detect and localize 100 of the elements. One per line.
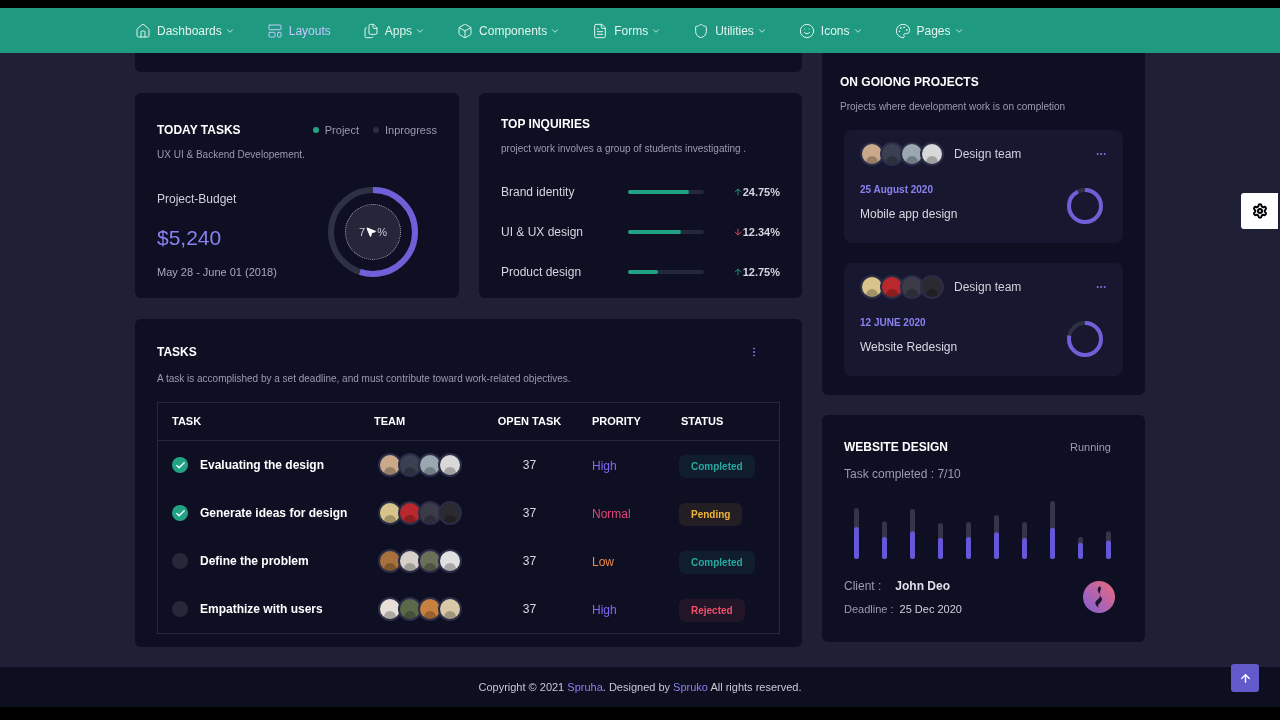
smiley-icon	[798, 22, 815, 39]
avatar	[900, 142, 924, 166]
open-task-count: 37	[521, 553, 538, 570]
column-header: TASK	[171, 414, 203, 430]
arrow-up-icon	[732, 187, 743, 197]
open-task-count: 37	[521, 601, 538, 618]
priority-label: Normal	[592, 507, 631, 521]
nav-item[interactable]: Icons	[798, 21, 863, 40]
avatar	[398, 597, 422, 621]
card-title: TODAY TASKS	[157, 122, 241, 139]
task-checkbox[interactable]	[172, 505, 188, 521]
inquiry-value: 12.75%	[742, 264, 780, 280]
team-label: Design team	[954, 146, 1022, 163]
inquiry-label: UI & UX design	[501, 224, 585, 241]
progress-ring	[1067, 321, 1103, 357]
settings-icon	[1251, 203, 1268, 219]
nav-item[interactable]: Layouts	[266, 21, 331, 40]
back-to-top-button[interactable]	[1231, 664, 1259, 692]
status-badge: Pending	[679, 502, 743, 526]
nav-item[interactable]: Apps	[362, 21, 426, 40]
avatar	[378, 453, 402, 477]
avatar	[438, 549, 462, 573]
priority-label: Low	[592, 555, 614, 569]
card-subtitle: UX UI & Backend Developement.	[157, 148, 306, 162]
avatar	[860, 142, 884, 166]
inquiry-value: 12.34%	[742, 224, 780, 240]
document-icon	[592, 22, 609, 39]
avatar	[920, 142, 944, 166]
copyright-text: Copyright © 2021 Spruha. Designed by Spruko All rights reserved.	[478, 679, 802, 695]
priority-label: High	[592, 459, 617, 473]
legend-label: Project	[324, 122, 359, 138]
progress-ring	[1067, 188, 1103, 224]
home-icon	[135, 22, 151, 39]
avatar	[418, 453, 442, 477]
priority-label: High	[592, 603, 617, 617]
avatar	[438, 597, 462, 621]
column-header: OPEN TASK	[496, 414, 563, 430]
nav-item[interactable]: Components	[457, 21, 561, 40]
status-badge: Completed	[679, 454, 755, 478]
avatar	[398, 549, 422, 573]
task-progress-text: Task completed : 7/10	[844, 466, 962, 483]
bar	[966, 521, 971, 559]
nav-item[interactable]: Forms	[592, 21, 662, 40]
status-badge: Rejected	[679, 598, 745, 622]
author-link[interactable]: Spruko	[673, 680, 708, 693]
avatar	[920, 275, 944, 299]
task-name: Evaluating the design	[200, 457, 325, 474]
shield-icon	[693, 22, 710, 39]
cube-icon	[457, 22, 474, 39]
bar	[882, 521, 887, 559]
avatar	[418, 549, 442, 573]
budget-period: May 28 - June 01 (2018)	[157, 264, 277, 280]
avatar	[880, 142, 904, 166]
open-task-count: 37	[521, 457, 538, 474]
nav-item[interactable]: Utilities	[693, 21, 767, 40]
bar	[910, 509, 915, 559]
flame-logo-icon	[1083, 581, 1115, 614]
donut-value: 7	[359, 224, 366, 240]
client-name: John Deo	[895, 578, 951, 595]
avatar	[398, 501, 422, 525]
card-title: WEBSITE DESIGN	[844, 439, 948, 456]
avatar	[378, 549, 402, 573]
avatar	[398, 453, 422, 477]
bar	[854, 507, 859, 559]
nav-item[interactable]: Dashboards	[135, 21, 235, 40]
avatar	[438, 501, 462, 525]
settings-button[interactable]	[1241, 193, 1278, 229]
project-date: 25 August 2020	[860, 183, 934, 197]
task-name: Empathize with users	[200, 601, 323, 618]
nav-item[interactable]: Pages	[894, 21, 964, 40]
column-header: STATUS	[680, 414, 725, 430]
task-checkbox[interactable]	[172, 553, 188, 569]
avatar	[438, 453, 462, 477]
bar	[938, 523, 943, 559]
column-header: TEAM	[373, 414, 407, 430]
client-label: Client :	[844, 578, 882, 595]
task-checkbox[interactable]	[172, 457, 188, 473]
bar	[994, 514, 999, 559]
files-icon	[362, 22, 379, 39]
inquiry-label: Brand identity	[501, 184, 576, 201]
palette-icon	[894, 22, 911, 39]
brand-link[interactable]: Spruha	[567, 680, 603, 693]
inquiry-value: 24.75%	[742, 184, 780, 200]
arrow-down-icon	[732, 227, 743, 237]
task-name: Generate ideas for design	[200, 505, 348, 522]
avatar	[378, 501, 402, 525]
avatar	[880, 275, 904, 299]
layout-icon	[266, 22, 283, 39]
arrow-up-icon	[732, 267, 743, 277]
task-checkbox[interactable]	[172, 601, 188, 617]
card-title: TASKS	[157, 344, 197, 361]
arrow-up-icon	[1238, 671, 1252, 685]
status-badge: Completed	[679, 550, 755, 574]
team-label: Design team	[954, 279, 1022, 296]
check-icon	[174, 459, 186, 471]
cursor-icon	[365, 226, 378, 238]
column-header: PRORITY	[591, 414, 642, 430]
legend-label: Inprogress	[385, 122, 437, 138]
check-icon	[174, 507, 186, 519]
avatar	[418, 501, 442, 525]
